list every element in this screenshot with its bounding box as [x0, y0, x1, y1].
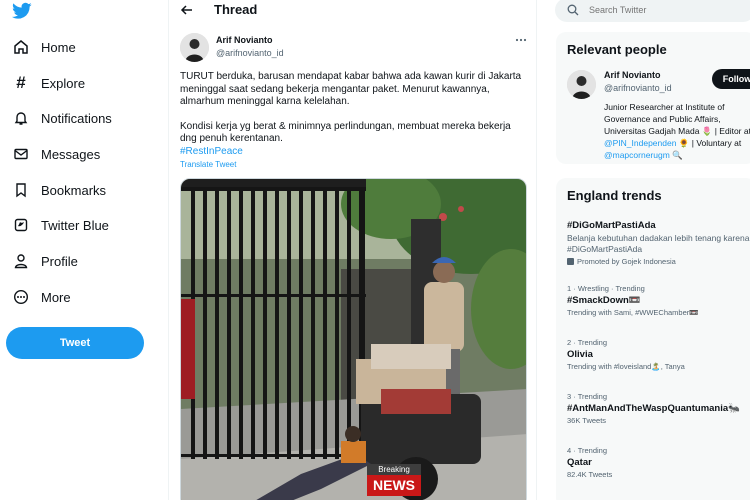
- bio-mention-link[interactable]: @PIN_Independen: [604, 138, 676, 148]
- relevant-name[interactable]: Arif Novianto: [604, 70, 661, 80]
- hashtag-icon: #: [16, 73, 26, 92]
- nav-messages-label: Messages: [41, 146, 101, 162]
- relevant-bio: Junior Researcher at Institute of Govern…: [604, 101, 750, 161]
- nav-more[interactable]: More: [12, 284, 71, 310]
- trend-tweet-count: 36K Tweets: [567, 416, 607, 425]
- tweet-paragraph: Kondisi kerja yg berat & minimnya perlin…: [180, 120, 511, 145]
- promoted-label: Promoted by Gojek Indonesia: [577, 257, 676, 266]
- tweet-button[interactable]: Tweet: [6, 327, 144, 359]
- trend-meta: 4 · Trending: [567, 446, 608, 455]
- search-input[interactable]: [589, 5, 739, 15]
- nav-bookmarks[interactable]: Bookmarks: [12, 177, 106, 203]
- trend-name: #AntManAndTheWaspQuantumania🐜: [567, 403, 740, 414]
- nav-home-label: Home: [41, 39, 76, 55]
- trends-title: England trends: [567, 188, 662, 203]
- nav-home[interactable]: Home: [12, 34, 76, 60]
- search-bar[interactable]: [555, 0, 750, 22]
- bio-text: Junior Researcher at Institute of Govern…: [604, 102, 750, 136]
- trend-promoted: Promoted by Gojek Indonesia: [567, 257, 750, 266]
- bell-icon: [12, 109, 30, 127]
- trend-item[interactable]: #DiGoMartPastiAda Belanja kebutuhan dada…: [567, 218, 750, 266]
- trend-meta: 2 · Trending: [567, 338, 608, 347]
- follow-button[interactable]: Follow: [712, 69, 750, 89]
- home-icon: [12, 38, 30, 56]
- tweet-body: TURUT berduka, barusan mendapat kabar ba…: [180, 71, 530, 158]
- search-icon: [567, 4, 579, 16]
- trend-name: Qatar: [567, 457, 592, 468]
- photo-scene: [181, 179, 526, 500]
- twitter-logo-icon[interactable]: [12, 2, 32, 20]
- trend-item[interactable]: 2 · Trending Olivia Trending with #lovei…: [567, 338, 750, 371]
- nav-bookmarks-label: Bookmarks: [41, 182, 107, 198]
- twitter-blue-icon: [12, 216, 30, 234]
- left-sidebar: Home # Explore Notifications Messages Bo…: [0, 0, 168, 500]
- nav-twitter-blue-label: Twitter Blue: [41, 217, 109, 233]
- back-arrow-icon[interactable]: [179, 2, 195, 18]
- more-circle-icon: [12, 288, 30, 306]
- news-badge-bottom: NEWS: [367, 475, 421, 496]
- trend-context: Trending with #loveisland🏝️, Tanya: [567, 362, 685, 371]
- trend-item[interactable]: 3 · Trending #AntManAndTheWaspQuantumani…: [567, 392, 750, 425]
- trend-description: Belanja kebutuhan dadakan lebih tenang k…: [567, 233, 750, 254]
- tweet-paragraph: TURUT berduka, barusan mendapat kabar ba…: [180, 71, 522, 107]
- nav-notifications-label: Notifications: [41, 110, 112, 126]
- trend-meta: 1 · Wrestling · Trending: [567, 284, 645, 293]
- nav-profile[interactable]: Profile: [12, 248, 78, 274]
- nav-explore-label: Explore: [41, 75, 86, 91]
- person-icon: [12, 252, 30, 270]
- tweet-photo[interactable]: Breaking NEWS: [180, 178, 527, 500]
- app: Home # Explore Notifications Messages Bo…: [0, 0, 750, 500]
- trends-panel: England trends #DiGoMartPastiAda Belanja…: [556, 178, 750, 500]
- trend-item[interactable]: 1 · Wrestling · Trending #SmackDown📼 Tre…: [567, 284, 750, 317]
- trend-meta: 3 · Trending: [567, 392, 608, 401]
- nav-notifications[interactable]: Notifications: [12, 105, 112, 131]
- bookmark-icon: [12, 181, 30, 199]
- bio-text: 🌻 | Voluntary at: [676, 138, 742, 148]
- nav-profile-label: Profile: [41, 253, 78, 269]
- author-avatar[interactable]: [180, 33, 209, 62]
- page-title: Thread: [214, 2, 258, 17]
- bio-text: 🔍: [669, 150, 683, 160]
- trend-tweet-count: 82.4K Tweets: [567, 470, 613, 479]
- bio-mention-link[interactable]: @mapcornerugm: [604, 150, 670, 160]
- trend-name: Olivia: [567, 349, 593, 360]
- relevant-handle[interactable]: @arifnovianto_id: [604, 83, 672, 93]
- trend-name: #DiGoMartPastiAda: [567, 220, 656, 231]
- author-name[interactable]: Arif Novianto: [216, 35, 273, 45]
- relevant-people-panel: Relevant people Arif Novianto @arifnovia…: [556, 32, 750, 164]
- envelope-icon: [12, 145, 30, 163]
- news-badge-top: Breaking: [367, 464, 421, 475]
- promoted-icon: [567, 258, 574, 265]
- trend-item[interactable]: 4 · Trending Qatar 82.4K Tweets: [567, 446, 750, 479]
- hashtag-link[interactable]: #RestInPeace: [180, 146, 530, 159]
- thread-column: Thread Arif Novianto @arifnovianto_id TU…: [168, 0, 537, 500]
- translate-tweet-link[interactable]: Translate Tweet: [180, 160, 236, 169]
- nav-more-label: More: [41, 289, 71, 305]
- relevant-people-title: Relevant people: [567, 42, 667, 57]
- relevant-avatar[interactable]: [567, 70, 596, 99]
- trend-name: #SmackDown📼: [567, 295, 641, 306]
- author-handle[interactable]: @arifnovianto_id: [216, 48, 284, 58]
- breaking-news-badge: Breaking NEWS: [367, 464, 421, 496]
- nav-messages[interactable]: Messages: [12, 141, 100, 167]
- trend-context: Trending with Sami, #WWEChamber📼: [567, 308, 699, 317]
- thread-header: Thread: [169, 0, 538, 22]
- nav-twitter-blue[interactable]: Twitter Blue: [12, 212, 109, 238]
- right-sidebar: Relevant people Arif Novianto @arifnovia…: [546, 0, 750, 500]
- more-options-icon[interactable]: [514, 35, 528, 45]
- nav-explore[interactable]: # Explore: [12, 70, 85, 96]
